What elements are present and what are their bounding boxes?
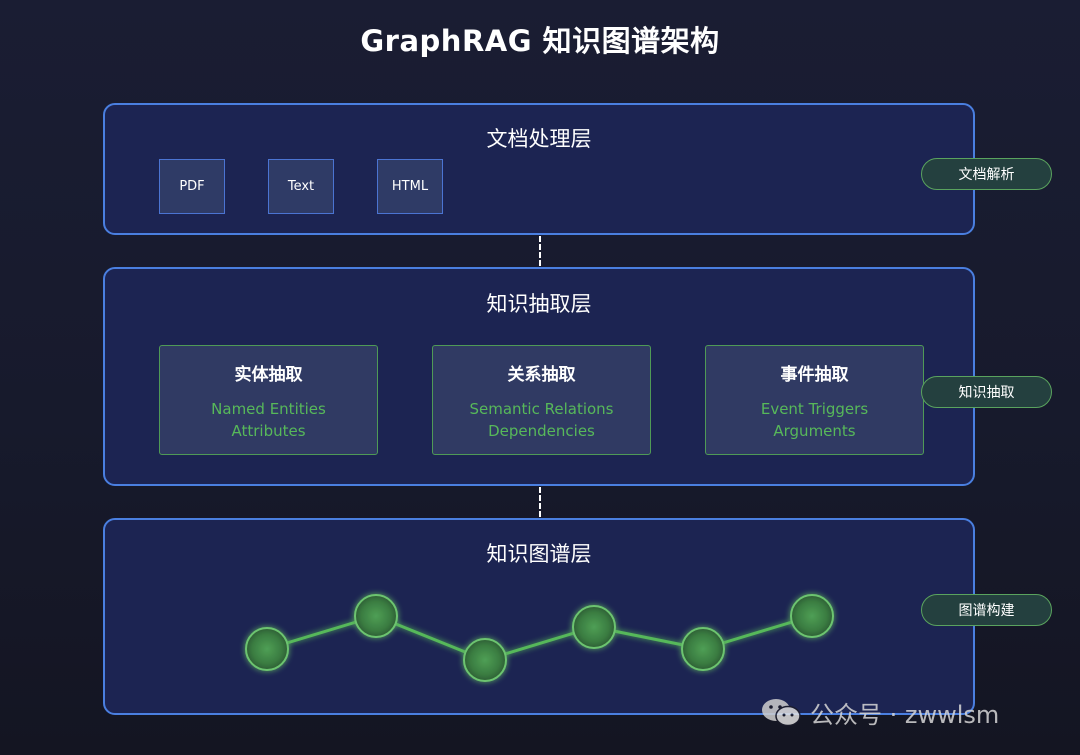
knowledge-extraction-tag: 知识抽取 [921,376,1052,408]
watermark-text: 公众号 · zwwlsm [810,700,1000,729]
graph-node [354,594,398,638]
knowledge-graph-diagram [245,594,834,682]
graph-construction-tag: 图谱构建 [921,594,1052,626]
document-parsing-tag: 文档解析 [921,158,1052,190]
graph-node [572,605,616,649]
wechat-icon [762,699,801,727]
graph-node [790,594,834,638]
graph-node [681,627,725,671]
graph-node [245,627,289,671]
watermark: 公众号 · zwwlsm [760,696,1000,729]
graph-node [463,638,507,682]
